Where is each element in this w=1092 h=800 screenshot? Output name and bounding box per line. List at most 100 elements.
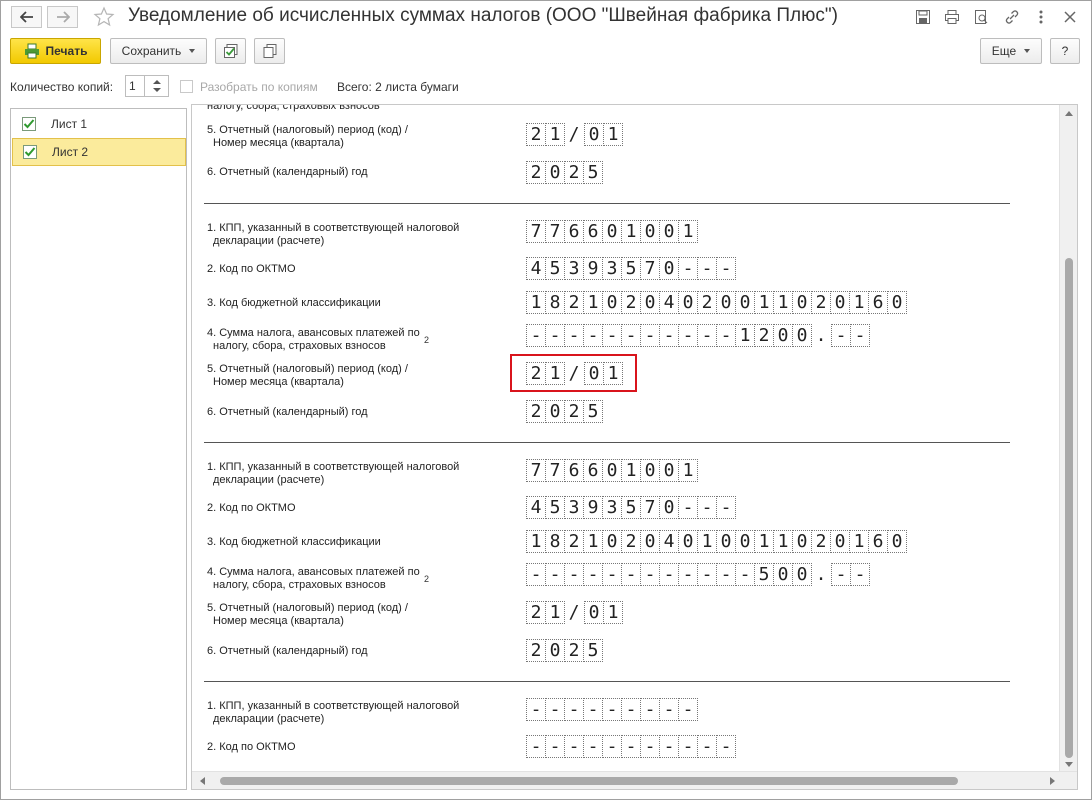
help-button[interactable]: ? bbox=[1050, 38, 1080, 64]
sheet-2-checkbox[interactable] bbox=[23, 145, 37, 159]
digit-cell: 8 bbox=[545, 530, 565, 553]
kpp-label-line1: 1. КПП, указанный в соответствующей нало… bbox=[207, 461, 460, 473]
kbk-cells: 18210204010011020160 bbox=[526, 530, 907, 553]
save-icon[interactable] bbox=[914, 8, 932, 26]
horizontal-scrollbar[interactable] bbox=[192, 771, 1077, 789]
digit-cell: - bbox=[697, 257, 717, 280]
copies-input[interactable]: 1 bbox=[125, 75, 145, 97]
year-label: 6. Отчетный (календарный) год bbox=[207, 645, 368, 657]
digit-cell: 0 bbox=[830, 530, 850, 553]
close-icon[interactable] bbox=[1061, 8, 1079, 26]
kpp-label-line1: 1. КПП, указанный в соответствующей нало… bbox=[207, 700, 460, 712]
vertical-scrollbar[interactable] bbox=[1059, 105, 1077, 773]
oktmo-label: 2. Код по ОКТМО bbox=[207, 263, 296, 275]
digit-cell: - bbox=[659, 698, 679, 721]
section-divider bbox=[204, 442, 1010, 443]
digit-cell: 5 bbox=[621, 496, 641, 519]
digit-cell: 2 bbox=[811, 291, 831, 314]
digit-cell: 0 bbox=[659, 220, 679, 243]
year-cells: 2025 bbox=[526, 400, 603, 423]
scroll-up-icon[interactable] bbox=[1065, 111, 1073, 116]
digit-cell: 1 bbox=[603, 601, 623, 624]
print-icon[interactable] bbox=[943, 8, 961, 26]
sheet-item-2[interactable]: Лист 2 bbox=[12, 138, 186, 166]
digit-cell: 1 bbox=[526, 291, 546, 314]
digit-cell: 1 bbox=[754, 291, 774, 314]
digit-cell: 1 bbox=[773, 530, 793, 553]
digit-cell: 6 bbox=[564, 459, 584, 482]
copy-button[interactable] bbox=[254, 38, 285, 64]
more-menu-icon[interactable] bbox=[1032, 8, 1050, 26]
digit-cell: - bbox=[831, 563, 851, 586]
digit-cell: 0 bbox=[773, 563, 793, 586]
digit-cell: 7 bbox=[640, 496, 660, 519]
sum-label-line1: 4. Сумма налога, авансовых платежей по bbox=[207, 327, 420, 339]
save-dropdown-button[interactable]: Сохранить bbox=[110, 38, 207, 64]
digit-cell: 2 bbox=[811, 530, 831, 553]
decimal-separator: . bbox=[815, 564, 827, 585]
digit-cell: 4 bbox=[659, 291, 679, 314]
digit-cell: 0 bbox=[545, 400, 565, 423]
digit-cell: - bbox=[678, 563, 698, 586]
vertical-scroll-thumb[interactable] bbox=[1065, 258, 1073, 758]
digit-cell: 2 bbox=[526, 601, 546, 624]
horizontal-scroll-thumb[interactable] bbox=[220, 777, 958, 785]
copies-stepper[interactable] bbox=[145, 75, 169, 97]
digit-cell: - bbox=[621, 735, 641, 758]
more-button[interactable]: Еще bbox=[980, 38, 1042, 64]
kpp-cells: 776601001 bbox=[526, 459, 698, 482]
favorite-star-icon[interactable] bbox=[93, 6, 115, 28]
digit-cell: - bbox=[564, 324, 584, 347]
year-cells: 2025 bbox=[526, 639, 603, 662]
sum-cells: -----------1200.-- bbox=[526, 324, 870, 347]
chevron-down-icon bbox=[189, 49, 196, 53]
print-button[interactable]: Печать bbox=[10, 38, 101, 64]
digit-cell: - bbox=[716, 735, 736, 758]
kpp-label-line2: декларации (расчете) bbox=[213, 235, 325, 247]
link-icon[interactable] bbox=[1003, 8, 1021, 26]
decimal-separator: . bbox=[815, 325, 827, 346]
digit-cell: 0 bbox=[735, 291, 755, 314]
collate-checkbox[interactable] bbox=[180, 80, 193, 93]
digit-cell: - bbox=[640, 563, 660, 586]
sheet-1-checkbox[interactable] bbox=[22, 117, 36, 131]
digit-cell: 0 bbox=[716, 530, 736, 553]
sheet-item-1[interactable]: Лист 1 bbox=[12, 110, 186, 138]
sheet-item-label: Лист 2 bbox=[52, 145, 89, 159]
kpp-label: 1. КПП, указанный в соответствующей нало… bbox=[207, 700, 459, 726]
edit-document-button[interactable] bbox=[215, 38, 246, 64]
period-label-line2: Номер месяца (квартала) bbox=[213, 376, 344, 388]
digit-cell: - bbox=[716, 324, 736, 347]
spin-up-icon[interactable] bbox=[153, 80, 161, 84]
sum-label-line2: налогу, сбора, страховых взносов bbox=[213, 579, 386, 591]
digit-cell: - bbox=[678, 698, 698, 721]
digit-cell: 2 bbox=[564, 530, 584, 553]
forward-button[interactable] bbox=[47, 6, 78, 28]
oktmo-label: 2. Код по ОКТМО bbox=[207, 502, 296, 514]
digit-cell: 0 bbox=[716, 291, 736, 314]
digit-cell: 1 bbox=[583, 530, 603, 553]
preview-icon[interactable] bbox=[972, 8, 990, 26]
scroll-left-icon[interactable] bbox=[200, 777, 205, 785]
digit-cell: - bbox=[564, 698, 584, 721]
digit-cell: 0 bbox=[584, 123, 604, 146]
scroll-right-icon[interactable] bbox=[1050, 777, 1055, 785]
sum-label-line2: налогу, сбора, страховых взносов bbox=[213, 340, 386, 352]
digit-cell: 0 bbox=[792, 291, 812, 314]
document-viewer[interactable]: налогу, сбора, страховых взносов 5. Отче… bbox=[191, 104, 1078, 790]
oktmo-cells: ----------- bbox=[526, 735, 736, 758]
digit-cell: 6 bbox=[583, 459, 603, 482]
back-button[interactable] bbox=[11, 6, 42, 28]
digit-cell: - bbox=[697, 324, 717, 347]
scroll-down-icon[interactable] bbox=[1065, 762, 1073, 767]
digit-cell: 5 bbox=[545, 257, 565, 280]
digit-cell: - bbox=[659, 735, 679, 758]
spin-down-icon[interactable] bbox=[153, 88, 161, 92]
digit-cell: 0 bbox=[887, 291, 907, 314]
digit-cell: 6 bbox=[868, 291, 888, 314]
kpp-cells: 776601001 bbox=[526, 220, 698, 243]
digit-cell: 2 bbox=[754, 324, 774, 347]
digit-cell: 1 bbox=[621, 459, 641, 482]
digit-cell: 0 bbox=[792, 563, 812, 586]
digit-cell: - bbox=[564, 563, 584, 586]
